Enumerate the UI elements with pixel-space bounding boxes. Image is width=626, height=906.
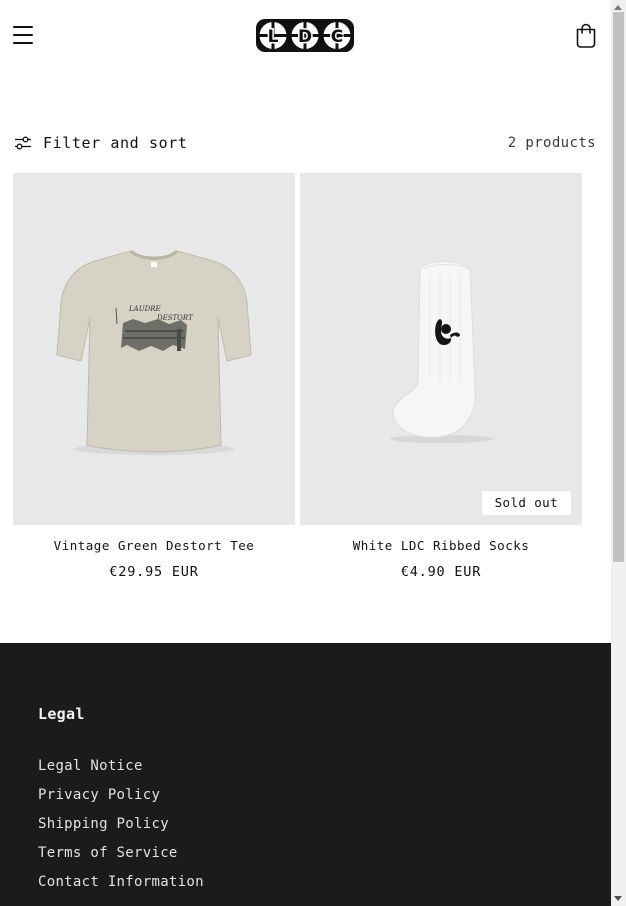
hamburger-menu-icon[interactable] [13, 25, 33, 45]
page: L D C Filter and sort 2 products LAUDRE … [0, 0, 611, 906]
sold-out-badge: Sold out [481, 491, 571, 515]
logo-letter: L [268, 27, 279, 47]
footer-link[interactable]: Contact Information [38, 868, 204, 897]
t-shirt-image: LAUDRE DESTORT [56, 249, 252, 455]
vertical-scrollbar[interactable] [611, 0, 626, 906]
shopping-bag-icon[interactable] [574, 22, 598, 48]
footer-link[interactable]: Shipping Policy [38, 810, 204, 839]
footer-heading: Legal [38, 705, 85, 723]
footer-link[interactable]: Privacy Policy [38, 781, 204, 810]
footer-link[interactable]: Legal Notice [38, 752, 204, 781]
logo[interactable]: L D C [255, 18, 355, 53]
scrollbar-thumb[interactable] [613, 12, 624, 562]
scroll-up-arrow-icon[interactable] [614, 5, 622, 10]
sliders-icon [15, 136, 31, 150]
filter-and-sort-button[interactable]: Filter and sort [14, 133, 187, 153]
filter-and-sort-label: Filter and sort [43, 134, 188, 152]
product-count: 2 products [507, 135, 596, 151]
footer: Legal Legal Notice Privacy Policy Shippi… [0, 643, 611, 906]
footer-link[interactable]: Terms of Service [38, 839, 204, 868]
product-image-container[interactable]: Sold out [300, 173, 582, 525]
product-name[interactable]: White LDC Ribbed Socks [300, 538, 582, 553]
product-price: €29.95 EUR [109, 564, 199, 580]
footer-links: Legal Notice Privacy Policy Shipping Pol… [38, 752, 204, 897]
product-image-container[interactable]: LAUDRE DESTORT [13, 173, 295, 525]
product-name[interactable]: Vintage Green Destort Tee [13, 538, 295, 553]
scroll-down-arrow-icon[interactable] [614, 896, 622, 901]
logo-letter: C [331, 27, 343, 47]
sock-image [390, 261, 494, 443]
product-card[interactable]: LAUDRE DESTORT Vintage Green Destort Tee… [13, 173, 295, 580]
tee-print-text: LAUDRE [128, 305, 161, 313]
product-card[interactable]: Sold out White LDC Ribbed Socks €4.90 EU… [300, 173, 582, 580]
logo-mark: L D C [256, 19, 354, 52]
product-price: €4.90 EUR [400, 564, 482, 580]
logo-letter: D [298, 27, 312, 47]
